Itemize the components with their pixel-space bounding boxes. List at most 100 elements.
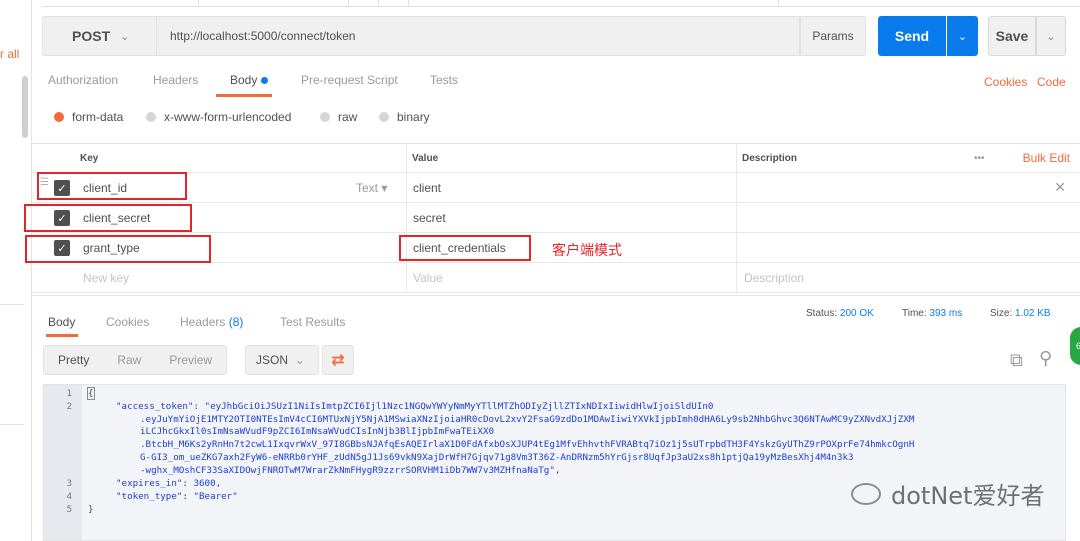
table-row: ☰ ✓ client_id Text ▾ client ✕ [32,173,1080,203]
search-icon[interactable]: ⚲ [1039,348,1052,369]
method-select[interactable]: POST ⌄ [42,16,157,56]
radio-icon [146,112,156,122]
divider [0,424,24,425]
tab-headers[interactable]: Headers [153,73,198,87]
type-select[interactable]: Text ▾ [356,173,387,202]
size-readout: Size: 1.02 KB [990,308,1051,319]
new-description-input[interactable]: Description [744,263,804,292]
highlight-box [25,235,211,263]
chevron-down-icon: ⌄ [120,30,130,43]
headers-count: (8) [228,315,244,329]
url-input[interactable]: http://localhost:5000/connect/token [157,16,800,56]
time-label: Time: [902,308,927,319]
tab-prerequest-script[interactable]: Pre-request Script [301,73,398,87]
view-mode-toggle: Pretty Raw Preview [43,345,228,375]
size-label: Size: [990,308,1013,319]
copy-icon[interactable]: ⧉ [1010,350,1023,371]
line-number: 5 [66,504,72,515]
bulk-edit-link[interactable]: Bulk Edit [1023,144,1070,172]
line-number: 2 [66,401,72,412]
column-value: Value [412,152,439,164]
resp-tab-headers-label: Headers [180,315,226,329]
view-pretty[interactable]: Pretty [44,353,103,367]
active-tab-underline [46,334,78,337]
cookies-link[interactable]: Cookies [984,75,1027,89]
wrap-icon[interactable]: ⇄ [322,345,354,375]
close-icon[interactable]: ✕ [1054,173,1066,202]
radio-urlencoded[interactable]: x-www-form-urlencoded [146,110,291,124]
radio-selected-icon [54,112,64,122]
line-number: 3 [66,478,72,489]
code-key: "expires_in" [116,478,183,489]
time-value: 393 ms [929,308,963,319]
divider [0,304,24,305]
table-header-row: Key Value Description ••• Bulk Edit [32,144,1080,173]
tab-body[interactable]: Body [230,73,269,87]
request-tab-strip [42,0,1080,7]
code-line: -wghx_MOshCF33SaXIDOwjFNROTwM7WrarZkNmFH… [140,465,561,476]
view-preview[interactable]: Preview [155,353,226,367]
status-readout: Status: 200 OK [806,308,874,319]
status-value: 200 OK [839,308,874,319]
resp-tab-test-results[interactable]: Test Results [280,315,345,329]
time-readout: Time: 393 ms [902,308,962,319]
line-number: 1 [66,388,72,399]
format-label: JSON [256,353,289,367]
watermark: dotNet爱好者 [851,476,1044,511]
sidebar-scrollbar[interactable] [22,76,28,138]
highlight-box [399,235,531,261]
code-number: 3600, [193,478,222,489]
view-raw[interactable]: Raw [103,353,155,367]
code-line: "expires_in": 3600, [116,478,222,489]
radio-label: x-www-form-urlencoded [164,110,292,124]
send-options-dropdown[interactable]: ⌄ [947,16,978,56]
radio-form-data[interactable]: form-data [54,110,123,124]
resp-tab-cookies[interactable]: Cookies [106,315,149,329]
highlight-box [24,204,192,232]
tab-tests[interactable]: Tests [430,73,458,87]
floating-badge[interactable]: 6 [1070,327,1080,365]
clear-all-link[interactable]: r all [0,47,19,61]
code-line: .BtcbH_M6Ks2yRnHn7t2cwL1IxqvrWxV_97I8GBb… [140,439,915,450]
save-options-dropdown[interactable]: ⌄ [1036,16,1066,56]
chevron-down-icon: ⌄ [294,353,305,367]
tab-body-label: Body [230,73,258,87]
value-field[interactable]: secret [413,203,446,232]
sidebar: r all [0,0,32,541]
watermark-text: dotNet爱好者 [891,482,1045,510]
radio-icon [320,112,330,122]
code-line: "access_token": "eyJhbGciOiJSUzI1NiIsImt… [116,401,714,412]
value-field[interactable]: client [413,173,441,202]
code-line: } [88,504,94,515]
active-tab-underline [216,94,272,97]
new-value-input[interactable]: Value [413,263,443,292]
radio-label: binary [397,110,430,124]
resp-tab-body[interactable]: Body [48,315,75,329]
radio-binary[interactable]: binary [379,110,430,124]
code-line: iLCJhcGkxIl0sImNsaWVudF9pZCI6ImNsaWVudCI… [140,426,495,437]
method-label: POST [72,28,111,44]
line-number: 4 [66,491,72,502]
code-text: { [87,387,95,400]
column-key: Key [80,152,99,164]
params-button[interactable]: Params [800,16,866,56]
more-icon[interactable]: ••• [974,144,985,172]
main-panel: POST ⌄ http://localhost:5000/connect/tok… [24,0,1080,541]
radio-label: raw [338,110,358,124]
body-indicator-dot [261,77,269,85]
resp-tab-headers[interactable]: Headers (8) [180,315,243,329]
response-code-viewer[interactable]: 1 { 2 "access_token": "eyJhbGciOiJSUzI1N… [43,384,1066,541]
code-link[interactable]: Code [1037,75,1066,89]
new-key-input[interactable]: New key [83,263,129,292]
radio-raw[interactable]: raw [320,110,357,124]
tab-authorization[interactable]: Authorization [48,73,118,87]
code-line: .eyJuYmYiOjE1MTY2OTI0NTEsImV4cCI6MTUxNjY… [140,414,915,425]
column-description: Description [742,152,798,164]
save-button[interactable]: Save [988,16,1036,56]
format-select[interactable]: JSON ⌄ [245,345,319,375]
size-value: 1.02 KB [1015,308,1051,319]
highlight-box [37,172,187,200]
send-button[interactable]: Send [878,16,946,56]
code-string: "eyJhbGciOiJSUzI1NiIsImtpZCI6Ijl1Nzc1NGQ… [204,401,714,412]
annotation-text: 客户端模式 [552,243,622,259]
